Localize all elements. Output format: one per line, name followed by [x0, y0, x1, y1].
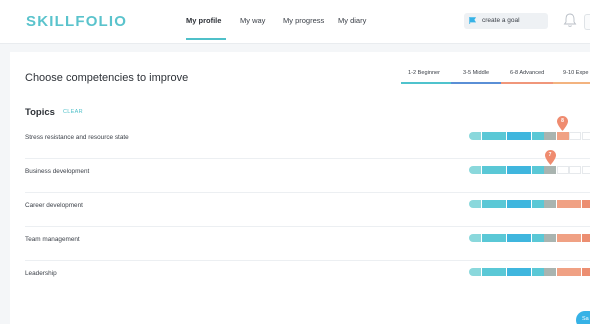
rating-segment-10[interactable] — [581, 166, 590, 174]
rating-segment-4[interactable] — [506, 268, 519, 276]
rating-segment-6[interactable] — [531, 166, 544, 174]
row-divider — [25, 192, 590, 193]
rating-segment-6[interactable] — [531, 268, 544, 276]
rating-segment-5[interactable] — [519, 268, 531, 276]
rating-segment-6[interactable] — [531, 234, 544, 242]
top-header: SKILLFOLIO My profile My way My progress… — [0, 0, 590, 44]
rating-segment-10[interactable] — [581, 234, 590, 242]
topic-name: Stress resistance and resource state — [25, 134, 129, 141]
rating-segment-8[interactable] — [556, 132, 569, 140]
rating-segment-4[interactable] — [506, 166, 519, 174]
rating-segment-2[interactable] — [481, 268, 494, 276]
row-divider — [25, 260, 590, 261]
topic-name: Career development — [25, 202, 83, 209]
level-middle: 3-5 Middle — [463, 70, 490, 76]
rating-segment-6[interactable] — [531, 200, 544, 208]
active-tab-indicator — [186, 38, 226, 40]
topic-row[interactable]: Stress resistance and resource state 8 — [25, 116, 590, 165]
level-beginner: 1-2 Beginner — [408, 70, 441, 76]
rating-segment-8[interactable] — [556, 200, 569, 208]
rating-segment-4[interactable] — [506, 132, 519, 140]
bell-icon — [563, 13, 577, 27]
topic-row[interactable]: Team management — [25, 233, 590, 267]
nav-my-way[interactable]: My way — [240, 16, 265, 25]
logo[interactable]: SKILLFOLIO — [26, 13, 127, 30]
nav-my-profile[interactable]: My profile — [186, 16, 221, 25]
rating-segment-2[interactable] — [481, 132, 494, 140]
level-expert-bar — [553, 82, 590, 84]
nav-my-progress[interactable]: My progress — [283, 16, 324, 25]
rating-segment-8[interactable] — [556, 234, 569, 242]
rating-segment-1[interactable] — [469, 132, 481, 140]
rating-segment-3[interactable] — [494, 132, 506, 140]
rating-segment-10[interactable] — [581, 268, 590, 276]
rating-segment-1[interactable] — [469, 200, 481, 208]
rating-segment-9[interactable] — [569, 132, 581, 140]
rating-segment-4[interactable] — [506, 200, 519, 208]
create-goal-button[interactable]: create a goal — [464, 13, 548, 29]
rating-segment-9[interactable] — [569, 200, 581, 208]
level-middle-bar — [451, 82, 501, 84]
score-value: 7 — [548, 152, 552, 158]
topic-row[interactable]: Career development — [25, 199, 590, 233]
topic-name: Team management — [25, 236, 80, 243]
page-title: Choose competencies to improve — [25, 72, 189, 84]
rating-segment-8[interactable] — [556, 268, 569, 276]
rating-segment-3[interactable] — [494, 234, 506, 242]
nav-my-diary[interactable]: My diary — [338, 16, 366, 25]
rating-segment-6[interactable] — [531, 132, 544, 140]
score-pin: 7 — [544, 150, 556, 165]
rating-segment-10[interactable] — [581, 132, 590, 140]
rating-segment-1[interactable] — [469, 268, 481, 276]
row-divider — [25, 226, 590, 227]
save-button[interactable]: Sa — [576, 311, 590, 324]
topic-row[interactable]: Business development 7 — [25, 150, 590, 199]
score-pin: 8 — [557, 116, 568, 131]
flag-icon — [469, 17, 476, 24]
topics-heading: Topics — [25, 107, 55, 118]
competencies-card: Choose competencies to improve 1-2 Begin… — [10, 52, 590, 324]
rating-segment-4[interactable] — [506, 234, 519, 242]
row-divider — [25, 158, 590, 159]
level-beginner-bar — [401, 82, 451, 84]
score-value: 8 — [561, 118, 564, 124]
rating-segment-8[interactable] — [556, 166, 569, 174]
level-advanced-bar — [501, 82, 553, 84]
rating-segment-1[interactable] — [469, 166, 481, 174]
rating-segment-5[interactable] — [519, 132, 531, 140]
rating-segment-10[interactable] — [581, 200, 590, 208]
level-advanced: 6-8 Advanced — [510, 70, 545, 76]
create-goal-label: create a goal — [482, 17, 520, 24]
rating-segment-3[interactable] — [494, 166, 506, 174]
rating-segment-9[interactable] — [569, 268, 581, 276]
rating-segment-5[interactable] — [519, 234, 531, 242]
save-label: Sa — [582, 316, 589, 322]
clear-button[interactable]: CLEAR — [63, 109, 83, 115]
rating-segment-7[interactable] — [544, 268, 556, 276]
rating-segment-9[interactable] — [569, 234, 581, 242]
rating-segment-2[interactable] — [481, 200, 494, 208]
notifications-button[interactable] — [561, 11, 579, 29]
level-expert: 9-10 Expe — [563, 70, 589, 76]
topic-name: Leadership — [25, 270, 57, 277]
rating-segment-7[interactable] — [544, 166, 556, 174]
rating-segment-2[interactable] — [481, 234, 494, 242]
rating-segment-2[interactable] — [481, 166, 494, 174]
rating-segment-7[interactable] — [544, 200, 556, 208]
topic-row[interactable]: Leadership — [25, 267, 590, 301]
rating-segment-5[interactable] — [519, 200, 531, 208]
rating-segment-3[interactable] — [494, 200, 506, 208]
profile-menu-edge[interactable] — [584, 14, 590, 30]
rating-segment-1[interactable] — [469, 234, 481, 242]
rating-segment-7[interactable] — [544, 234, 556, 242]
rating-segment-5[interactable] — [519, 166, 531, 174]
topic-name: Business development — [25, 168, 90, 175]
rating-segment-7[interactable] — [544, 132, 556, 140]
rating-segment-3[interactable] — [494, 268, 506, 276]
rating-segment-9[interactable] — [569, 166, 581, 174]
